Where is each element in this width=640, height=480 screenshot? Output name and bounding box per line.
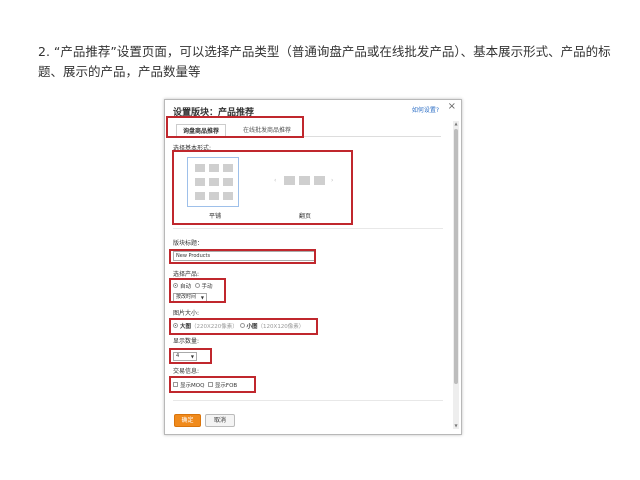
highlight-count: [169, 348, 212, 364]
confirm-button[interactable]: 确定: [174, 414, 201, 427]
image-size-label: 图片大小:: [173, 310, 200, 317]
product-select-label: 选择产品:: [173, 271, 200, 278]
scroll-down-icon[interactable]: ▼: [453, 423, 459, 429]
highlight-layout: [172, 150, 353, 225]
highlight-tabs: [166, 116, 304, 138]
divider: [173, 400, 443, 401]
highlight-product: [169, 278, 226, 303]
block-title-label: 版块标题：: [173, 240, 204, 247]
divider: [173, 228, 443, 229]
scroll-up-icon[interactable]: ▲: [453, 121, 459, 127]
highlight-title: [169, 249, 316, 264]
highlight-trade: [169, 376, 256, 393]
scrollbar[interactable]: ▲ ▼: [453, 121, 459, 429]
scrollbar-thumb[interactable]: [454, 129, 458, 384]
highlight-image-size: [169, 318, 318, 335]
cancel-button[interactable]: 取消: [205, 414, 235, 427]
close-icon[interactable]: ×: [448, 101, 456, 113]
caption-text: 2. “产品推荐”设置页面，可以选择产品类型（普通询盘产品或在线批发产品）、基本…: [38, 44, 611, 79]
help-link[interactable]: 如何设置?: [412, 105, 439, 114]
display-count-label: 显示数量:: [173, 338, 200, 345]
trade-info-label: 交易信息:: [173, 368, 200, 375]
